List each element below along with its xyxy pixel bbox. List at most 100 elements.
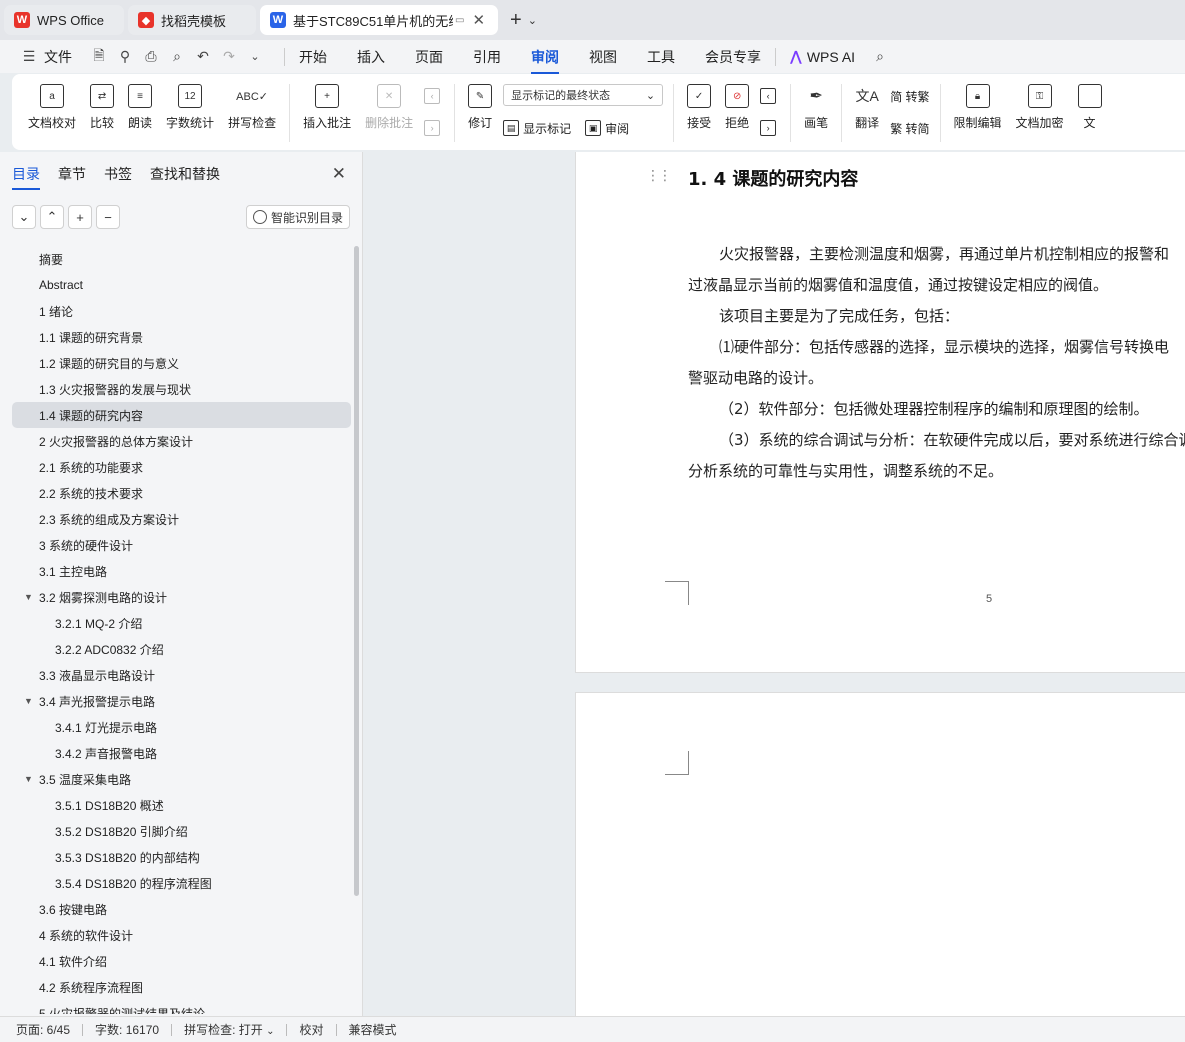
caret-down-icon[interactable]: ▼: [24, 774, 33, 784]
remove-heading-icon[interactable]: −: [96, 205, 120, 229]
review-pane-button[interactable]: ▣ 审阅: [585, 116, 629, 140]
undo-icon[interactable]: ↶: [192, 48, 214, 65]
toc-item[interactable]: 3.4.2 声音报警电路: [12, 740, 351, 766]
search-icon[interactable]: ⌕: [869, 48, 891, 65]
caret-down-icon[interactable]: ▼: [24, 592, 33, 602]
toc-item[interactable]: 4.1 软件介绍: [12, 948, 351, 974]
tab-bookmarks[interactable]: 书签: [104, 164, 132, 184]
toc-item[interactable]: ▼ 3.4 声光报警提示电路: [12, 688, 351, 714]
toc-item[interactable]: 2.3 系统的组成及方案设计: [12, 506, 351, 532]
read-aloud-button[interactable]: ≡ 朗读: [128, 84, 152, 131]
markup-state-select[interactable]: 显示标记的最终状态 ⌄: [503, 84, 664, 106]
section-heading[interactable]: 1. 4 课题的研究内容: [688, 165, 858, 191]
drag-handle-icon[interactable]: ⋮⋮: [646, 167, 672, 184]
delete-comment-button[interactable]: ✕ 删除批注: [365, 84, 413, 131]
toc-item[interactable]: 3.5.4 DS18B20 的程序流程图: [12, 870, 351, 896]
collapse-icon[interactable]: ⌄: [12, 205, 36, 229]
restrict-edit-button[interactable]: 🔒︎ 限制编辑: [954, 84, 1002, 131]
revise-button[interactable]: ✎ 修订: [468, 84, 492, 131]
toc-item[interactable]: 3.1 主控电路: [12, 558, 351, 584]
toc-item[interactable]: 3.2.2 ADC0832 介绍: [12, 636, 351, 662]
to-simplified-button[interactable]: 繁 转简: [890, 116, 929, 140]
tab-docer-templates[interactable]: ◆ 找稻壳模板: [128, 5, 256, 35]
menu-view[interactable]: 视图: [589, 47, 617, 67]
insert-comment-button[interactable]: + 插入批注: [303, 84, 351, 131]
add-tab-icon[interactable]: +: [510, 9, 522, 32]
toc-item[interactable]: 摘要: [12, 246, 351, 272]
toc-item[interactable]: 3.3 液晶显示电路设计: [12, 662, 351, 688]
proofread-button[interactable]: a 文档校对: [28, 84, 76, 131]
toc-item[interactable]: ▼ 3.2 烟雾探测电路的设计: [12, 584, 351, 610]
expand-icon[interactable]: ⌃: [40, 205, 64, 229]
save-icon[interactable]: 🗎: [88, 45, 110, 69]
to-traditional-button[interactable]: 简 转繁: [890, 84, 929, 108]
toc-item[interactable]: 3.4.1 灯光提示电路: [12, 714, 351, 740]
more-ribbon-button[interactable]: 文: [1077, 84, 1102, 131]
show-markup-button[interactable]: ▤ 显示标记: [503, 116, 571, 140]
page-indicator[interactable]: 页面: 6/45: [16, 1021, 70, 1038]
toc-item[interactable]: 2.1 系统的功能要求: [12, 454, 351, 480]
wps-ai-button[interactable]: ⋀ WPS AI: [790, 48, 855, 65]
menu-home[interactable]: 开始: [299, 47, 327, 67]
proof-indicator[interactable]: 校对: [299, 1021, 323, 1038]
document-body[interactable]: 火灾报警器，主要检测温度和烟雾，再通过单片机控制相应的报警和 过液晶显示当前的烟雾…: [688, 239, 1185, 487]
toc-item[interactable]: 3 系统的硬件设计: [12, 532, 351, 558]
toc-item[interactable]: 1.1 课题的研究背景: [12, 324, 351, 350]
toc-item[interactable]: 4 系统的软件设计: [12, 922, 351, 948]
pen-button[interactable]: ✒ 画笔: [804, 84, 828, 131]
redo-icon[interactable]: ↷: [218, 48, 240, 65]
menu-review[interactable]: 审阅: [531, 47, 559, 74]
toc-item[interactable]: 4.2 系统程序流程图: [12, 974, 351, 1000]
toc-item[interactable]: 3.5.2 DS18B20 引脚介绍: [12, 818, 351, 844]
next-change-button[interactable]: ›: [760, 116, 780, 140]
tab-wps-office[interactable]: W WPS Office: [4, 5, 124, 35]
previous-comment-button[interactable]: ‹: [424, 84, 444, 108]
toc-item[interactable]: 3.2.1 MQ-2 介绍: [12, 610, 351, 636]
toc-item[interactable]: 3.5.3 DS18B20 的内部结构: [12, 844, 351, 870]
close-icon[interactable]: ✕: [332, 164, 346, 184]
previous-change-button[interactable]: ‹: [760, 84, 780, 108]
compare-button[interactable]: ⇄ 比较: [90, 84, 114, 131]
document-page[interactable]: ⋮⋮ 1. 4 课题的研究内容 火灾报警器，主要检测温度和烟雾，再通过单片机控制…: [575, 152, 1185, 673]
next-comment-button[interactable]: ›: [424, 116, 444, 140]
toc-item[interactable]: 3.5.1 DS18B20 概述: [12, 792, 351, 818]
share-icon[interactable]: ⚲: [114, 48, 136, 65]
toc-item[interactable]: 1.4 课题的研究内容: [12, 402, 351, 428]
add-heading-icon[interactable]: +: [68, 205, 92, 229]
toc-item[interactable]: 1.2 课题的研究目的与意义: [12, 350, 351, 376]
word-count-indicator[interactable]: 字数: 16170: [95, 1021, 159, 1038]
document-page[interactable]: [575, 692, 1185, 1016]
smart-toc-button[interactable]: 智能识别目录: [245, 205, 350, 229]
menu-tools[interactable]: 工具: [647, 47, 675, 67]
menu-page[interactable]: 页面: [415, 47, 443, 67]
menu-references[interactable]: 引用: [473, 47, 501, 67]
menu-insert[interactable]: 插入: [357, 47, 385, 67]
tab-document[interactable]: W 基于STC89C51单片机的无线 ▭ ✕: [260, 5, 498, 35]
spell-check-toggle[interactable]: 拼写检查: 打开 ⌄: [184, 1021, 274, 1038]
word-count-button[interactable]: 12 字数统计: [166, 84, 214, 131]
tab-toc[interactable]: 目录: [12, 164, 40, 190]
close-icon[interactable]: ✕: [472, 11, 485, 29]
toc-item[interactable]: 1.3 火灾报警器的发展与现状: [12, 376, 351, 402]
chevron-down-icon[interactable]: ⌄: [528, 14, 537, 27]
menu-member[interactable]: 会员专享: [705, 47, 761, 67]
toc-item[interactable]: 2 火灾报警器的总体方案设计: [12, 428, 351, 454]
toc-item[interactable]: 2.2 系统的技术要求: [12, 480, 351, 506]
toc-item[interactable]: Abstract: [12, 272, 351, 298]
tab-find-replace[interactable]: 查找和替换: [150, 164, 220, 184]
print-preview-icon[interactable]: ⌕: [166, 48, 188, 65]
toc-item[interactable]: 1 绪论: [12, 298, 351, 324]
translate-button[interactable]: 文A 翻译: [855, 84, 879, 131]
tab-chapters[interactable]: 章节: [58, 164, 86, 184]
toc-item[interactable]: 3.6 按键电路: [12, 896, 351, 922]
caret-down-icon[interactable]: ▼: [24, 696, 33, 706]
spell-check-button[interactable]: ABC✓ 拼写检查: [228, 84, 276, 131]
file-menu[interactable]: ☰ 文件: [18, 47, 72, 67]
print-icon[interactable]: ⎙: [140, 48, 162, 65]
chevron-down-icon[interactable]: ⌄: [244, 50, 266, 63]
toc-item[interactable]: 5 火灾报警器的测试结果及结论: [12, 1000, 351, 1015]
toc-scrollbar[interactable]: [354, 246, 359, 896]
toc-item[interactable]: ▼ 3.5 温度采集电路: [12, 766, 351, 792]
accept-button[interactable]: ✓ 接受: [687, 84, 711, 131]
encrypt-button[interactable]: ⚿ 文档加密: [1016, 84, 1064, 131]
